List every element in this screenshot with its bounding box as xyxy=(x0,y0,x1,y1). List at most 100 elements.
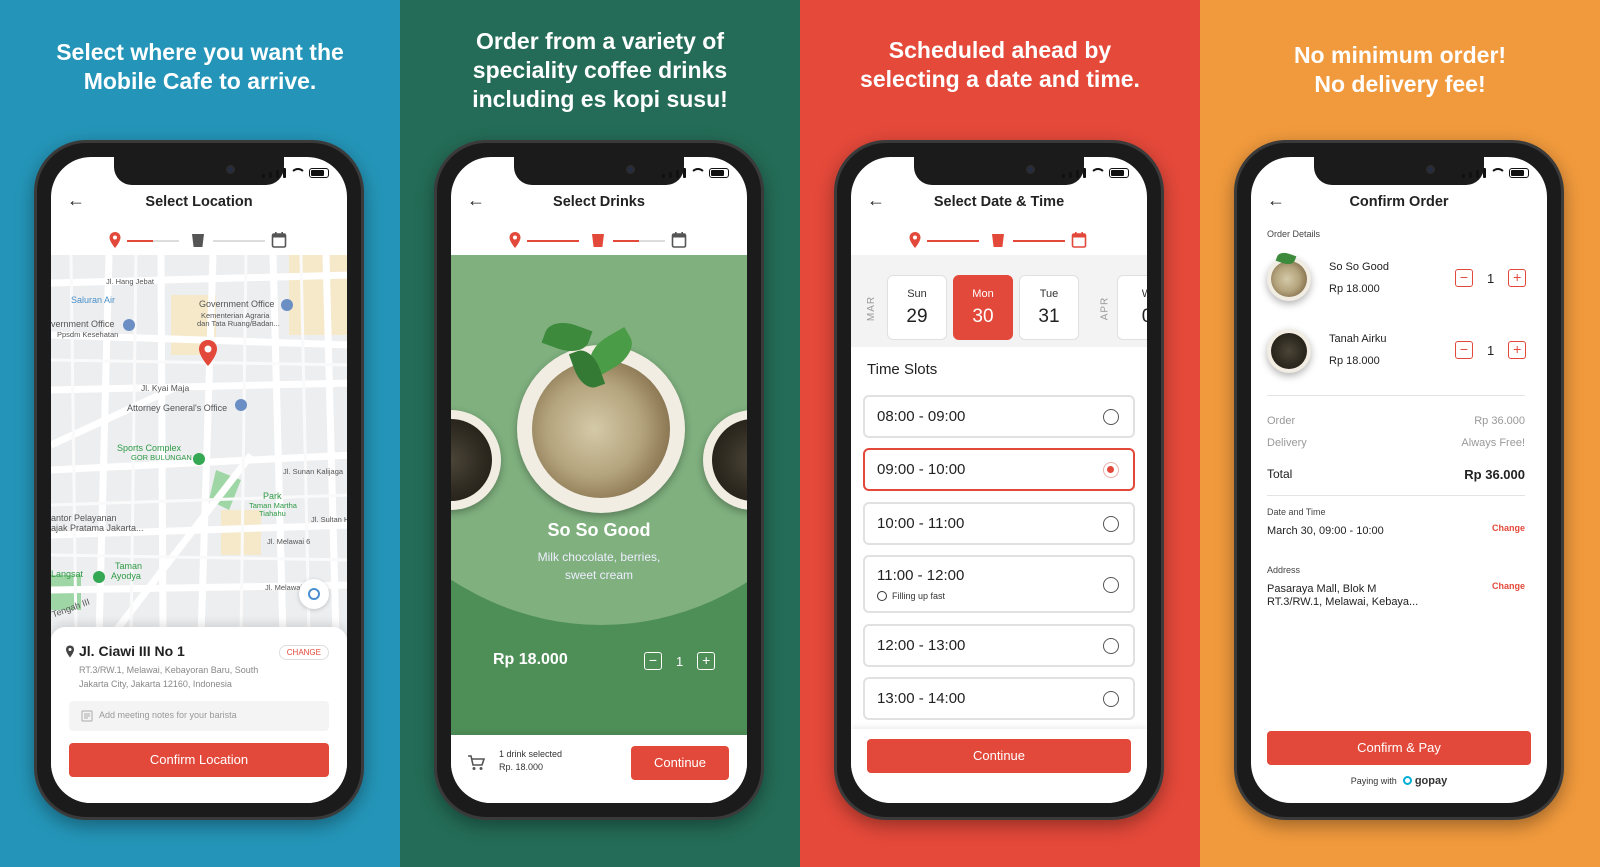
radio-button[interactable] xyxy=(1103,577,1119,593)
change-address-button[interactable]: CHANGE xyxy=(278,645,329,660)
battery-icon xyxy=(1109,168,1129,178)
panel-confirm: No minimum order! No delivery fee! ← Con… xyxy=(1200,0,1600,867)
time-slot[interactable]: 11:00 - 12:00 Filling up fast xyxy=(863,555,1135,613)
camera-icon xyxy=(626,165,635,174)
date-option[interactable]: W 0 xyxy=(1117,275,1147,340)
wifi-icon xyxy=(290,168,306,178)
screen-title: Select Drinks xyxy=(553,194,645,210)
map-label: Park xyxy=(263,491,282,501)
meeting-notes-input[interactable]: Add meeting notes for your barista xyxy=(69,701,329,731)
slot-time: 10:00 - 11:00 xyxy=(877,515,965,532)
wifi-icon xyxy=(1490,168,1506,178)
screen-title: Select Date & Time xyxy=(933,194,1065,210)
date-day: Sun xyxy=(907,288,927,300)
radio-button[interactable] xyxy=(1103,516,1119,532)
map-label: Tiahahu xyxy=(259,509,286,518)
decrease-button[interactable]: − xyxy=(1455,341,1473,359)
increase-button[interactable]: + xyxy=(1508,269,1527,287)
cart-total: Rp. 18.000 xyxy=(499,762,544,772)
total-value: Rp 36.000 xyxy=(1464,467,1525,482)
cart-count: 1 drink selected xyxy=(499,749,563,759)
increase-button[interactable]: + xyxy=(1508,341,1527,359)
map-label: Jl. Hang Jebat xyxy=(106,277,154,286)
continue-button[interactable]: Continue xyxy=(631,746,729,780)
phone-screen: ← Select Drinks So So Good Milk chocolat… xyxy=(451,157,747,803)
headline-line: Order from a variety of xyxy=(476,28,724,54)
map-label: Jl. Melawai xyxy=(265,583,303,592)
address-line: Pasaraya Mall, Blok M xyxy=(1267,583,1377,595)
location-pin-icon xyxy=(199,340,217,366)
increase-button[interactable]: + xyxy=(697,652,716,670)
time-slot[interactable]: 10:00 - 11:00 xyxy=(863,502,1135,545)
drink-description: Milk chocolate, berries, xyxy=(537,550,661,564)
map-label: ajak Pratama Jakarta... xyxy=(51,523,144,533)
date-option[interactable]: Sun 29 xyxy=(887,275,947,340)
radio-button[interactable] xyxy=(1103,691,1119,707)
drink-description: sweet cream xyxy=(564,568,634,582)
time-slot[interactable]: 13:00 - 14:00 xyxy=(863,677,1135,720)
address-label: Address xyxy=(1267,565,1301,575)
calendar-icon xyxy=(1071,232,1087,248)
panel-headline: No minimum order! No delivery fee! xyxy=(1200,41,1600,99)
drink-carousel[interactable]: So So Good Milk chocolate, berries, swee… xyxy=(451,255,747,741)
calendar-icon xyxy=(671,232,687,248)
confirm-pay-button[interactable]: Confirm & Pay xyxy=(1267,731,1531,765)
status-bar xyxy=(1462,168,1529,178)
paying-with-label: Paying with xyxy=(1350,776,1397,786)
map-label: Government Office xyxy=(199,299,275,309)
map-label: Jl. Sunan Kalijaga xyxy=(283,467,344,476)
radio-button[interactable] xyxy=(1103,409,1119,425)
status-bar xyxy=(1062,168,1129,178)
my-location-button[interactable] xyxy=(299,579,329,609)
phone-screen: ← Select Location Jl. Hang Jebat Saluran… xyxy=(51,157,347,803)
drink-image[interactable] xyxy=(517,316,685,513)
date-time-value: March 30, 09:00 - 10:00 xyxy=(1267,525,1384,537)
item-image xyxy=(1267,250,1311,301)
slot-time: 12:00 - 13:00 xyxy=(877,637,966,654)
gopay-label: gopay xyxy=(1414,775,1448,787)
order-label: Order xyxy=(1267,415,1296,427)
date-option[interactable]: Tue 31 xyxy=(1019,275,1079,340)
radio-button[interactable] xyxy=(1103,462,1119,478)
panel-headline: Order from a variety of speciality coffe… xyxy=(400,27,800,114)
change-address-link[interactable]: Change xyxy=(1492,581,1525,591)
time-slot[interactable]: 12:00 - 13:00 xyxy=(863,624,1135,667)
headline-line: selecting a date and time. xyxy=(860,66,1140,92)
map-label: Langsat xyxy=(51,569,84,579)
location-pin-icon xyxy=(909,232,921,248)
phone-notch xyxy=(114,157,284,185)
quantity-stepper: − 1 + xyxy=(1455,269,1527,287)
change-datetime-link[interactable]: Change xyxy=(1492,523,1525,533)
confirm-location-button[interactable]: Confirm Location xyxy=(69,743,329,777)
map-label: antor Pelayanan xyxy=(51,513,117,523)
decrease-button[interactable]: − xyxy=(1455,269,1473,287)
progress-steps xyxy=(51,225,347,255)
radio-button[interactable] xyxy=(1103,638,1119,654)
promo-banner: Select where you want the Mobile Cafe to… xyxy=(0,0,1600,867)
map-label: Attorney General's Office xyxy=(127,403,228,413)
divider xyxy=(1267,495,1525,496)
phone-frame: ← Select Location Jl. Hang Jebat Saluran… xyxy=(34,140,364,820)
progress-steps xyxy=(451,225,747,255)
continue-button[interactable]: Continue xyxy=(867,739,1131,773)
note-icon xyxy=(81,710,93,722)
time-slot[interactable]: 08:00 - 09:00 xyxy=(863,395,1135,438)
phone-frame: ← Select Drinks So So Good Milk chocolat… xyxy=(434,140,764,820)
battery-icon xyxy=(1509,168,1529,178)
headline-line: including es kopi susu! xyxy=(472,86,728,112)
date-number: 31 xyxy=(1038,306,1060,327)
map-label: Jl. Sultan Has xyxy=(311,515,347,524)
decrease-button[interactable]: − xyxy=(644,652,662,670)
phone-frame: ← Confirm Order Order Details So So Good… xyxy=(1234,140,1564,820)
time-slot-selected[interactable]: 09:00 - 10:00 xyxy=(863,448,1135,491)
headline-line: No delivery fee! xyxy=(1314,71,1486,97)
date-option-selected[interactable]: Mon 30 xyxy=(953,275,1013,340)
map-view[interactable]: Jl. Hang Jebat Saluran Air Government Of… xyxy=(51,255,347,637)
building-pin-icon xyxy=(235,399,247,411)
address-title: Jl. Ciawi III No 1 xyxy=(79,643,185,659)
item-name: So So Good xyxy=(1329,261,1389,273)
map-label: Ppsdm Kesehatan xyxy=(57,330,119,339)
order-details-label: Order Details xyxy=(1267,229,1321,239)
cup-icon xyxy=(592,234,604,247)
camera-icon xyxy=(1026,165,1035,174)
